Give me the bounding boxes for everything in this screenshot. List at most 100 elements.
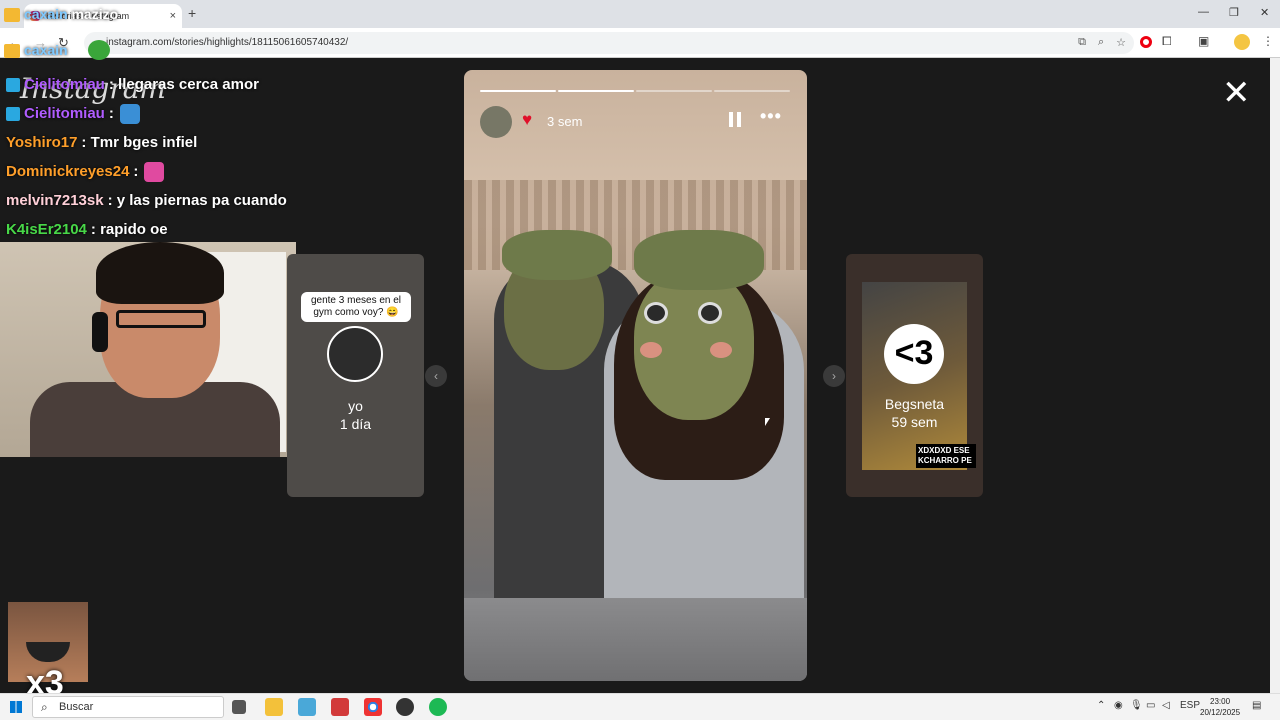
story-username: Begsneta: [884, 396, 945, 412]
chat-username[interactable]: K4isEr2104: [6, 221, 87, 238]
next-story-card[interactable]: <3 Begsneta 59 sem XDXDXD ESE KCHARRO PE: [846, 254, 983, 497]
chat-badge-icon: [6, 106, 20, 121]
obs-icon[interactable]: [396, 698, 414, 716]
chat-message: K4isEr2104: rapido oe: [0, 215, 300, 244]
notifications-icon[interactable]: ▤: [1252, 700, 1261, 711]
chat-message: Yoshiro17: Tmr bges infiel: [0, 128, 300, 157]
story-avatar: [327, 326, 383, 382]
headphones: [92, 312, 108, 352]
search-placeholder: Buscar: [59, 701, 94, 713]
taskbar-search[interactable]: ⌕ Buscar: [32, 696, 224, 718]
install-app-icon[interactable]: ⧉: [1078, 36, 1086, 49]
volume-icon[interactable]: ◁: [1162, 700, 1170, 711]
next-arrow-icon[interactable]: ›: [823, 365, 845, 387]
chat-username[interactable]: Cielitomiau: [24, 76, 105, 93]
streamer-hair: [96, 242, 224, 304]
chat-text: : llegaras cerca amor: [108, 76, 259, 93]
overlay-label: caxain: [24, 6, 68, 22]
chat-text: :: [133, 163, 139, 180]
url-bar[interactable]: instagram.com/stories/highlights/1811506…: [84, 32, 1134, 54]
story-big-text: <3: [884, 324, 944, 384]
address-bar-row: ← → ↻ instagram.com/stories/highlights/1…: [0, 28, 1280, 58]
emote-mouth: [26, 642, 70, 662]
chat-emote-icon: [144, 161, 165, 182]
previous-story-card[interactable]: gente 3 meses en el gym como voy? 😄 yo 1…: [287, 254, 424, 497]
spotify-icon[interactable]: [429, 698, 447, 716]
clock-time: 23:00: [1210, 697, 1231, 706]
chat-text: : y las piernas pa cuando: [107, 192, 287, 209]
story-bottom-area: [464, 598, 807, 681]
windows-taskbar: ⌕ Buscar ⌃ ◉ 🎙 ▭ ◁ ESP 23:00 20/12/2025 …: [0, 693, 1280, 720]
chat-text: : rapido oe: [90, 221, 168, 238]
network-icon[interactable]: ▭: [1146, 700, 1155, 711]
chat-text: : Tmr bges infiel: [81, 134, 198, 151]
chat-badge-icon: [6, 77, 20, 92]
chat-username[interactable]: Cielitomiau: [24, 105, 105, 122]
menu-icon[interactable]: ⋮: [1262, 34, 1274, 48]
pepe-emote-icon: [88, 40, 110, 60]
scrollbar[interactable]: [1270, 58, 1280, 693]
microphone-icon[interactable]: 🎙: [1130, 700, 1143, 711]
person-left-towel: [502, 230, 612, 280]
minimize-button[interactable]: —: [1198, 6, 1209, 18]
search-icon: ⌕: [41, 700, 48, 714]
windows-start-icon[interactable]: [10, 701, 22, 713]
story-time: 1 día: [339, 416, 372, 432]
notepad-icon[interactable]: [298, 698, 316, 716]
close-stories-icon[interactable]: ✕: [1222, 76, 1251, 110]
pause-icon[interactable]: [729, 112, 741, 127]
task-view-icon[interactable]: [232, 700, 246, 714]
zoom-icon[interactable]: ⌕: [1098, 36, 1104, 49]
current-story[interactable]: ♥ 3 sem •••: [464, 70, 807, 681]
opera-extension-icon[interactable]: [1140, 36, 1152, 48]
tray-icon[interactable]: ◉: [1114, 700, 1123, 711]
chat-message: Dominickreyes24:: [0, 157, 300, 186]
filter-blush: [640, 342, 662, 358]
stream-chat: Cielitomiau: llegaras cerca amor Cielitom…: [0, 70, 300, 244]
webcam-feed: [0, 242, 296, 457]
extensions-icon[interactable]: ⧠: [1162, 34, 1172, 49]
tray-chevron-icon[interactable]: ⌃: [1097, 700, 1105, 711]
close-window-button[interactable]: ✕: [1260, 6, 1269, 19]
file-explorer-icon[interactable]: [265, 698, 283, 716]
story-caption: XDXDXD ESE KCHARRO PE: [916, 444, 976, 468]
profile-avatar-icon[interactable]: [1234, 34, 1250, 50]
maximize-button[interactable]: ❐: [1229, 6, 1239, 19]
chat-message: melvin7213sk: y las piernas pa cuando: [0, 186, 300, 215]
new-tab-button[interactable]: +: [188, 5, 196, 21]
story-progress-segment: [558, 90, 634, 92]
filter-eye: [644, 302, 668, 324]
story-age: 3 sem: [547, 114, 583, 129]
filter-eye: [698, 302, 722, 324]
folder-icon: [4, 44, 20, 59]
chat-text: :: [108, 105, 114, 122]
stream-overlay-top: caxain mazizo: [4, 6, 118, 23]
heart-icon: ♥: [522, 110, 533, 129]
stream-overlay-second: caxain: [4, 42, 68, 59]
more-options-icon[interactable]: •••: [760, 106, 782, 127]
overlay-label: caxain: [24, 42, 68, 58]
tab-close-icon[interactable]: ×: [170, 10, 176, 22]
clock-date: 20/12/2025: [1200, 708, 1241, 717]
app-icon[interactable]: [331, 698, 349, 716]
language-indicator[interactable]: ESP: [1180, 700, 1200, 711]
person-right-towel: [634, 230, 764, 290]
story-progress-segment: [480, 90, 556, 92]
mouse-cursor-icon: [765, 418, 770, 426]
story-text-bubble: gente 3 meses en el gym como voy? 😄: [301, 292, 411, 322]
story-progress-segment: [714, 90, 790, 92]
chat-emote-icon: [119, 103, 140, 124]
previous-arrow-icon[interactable]: ‹: [425, 365, 447, 387]
chat-message: Cielitomiau:: [0, 99, 300, 128]
bookmark-star-icon[interactable]: ☆: [1116, 36, 1126, 49]
url-text: instagram.com/stories/highlights/1811506…: [106, 37, 349, 48]
chat-username[interactable]: melvin7213sk: [6, 192, 104, 209]
chat-username[interactable]: Dominickreyes24: [6, 163, 129, 180]
story-time: 59 sem: [891, 414, 938, 430]
chrome-icon[interactable]: [364, 698, 382, 716]
story-author-avatar[interactable]: [480, 106, 512, 138]
media-icon[interactable]: ▣: [1198, 34, 1209, 48]
tab-strip: Historias • Instagram × + — ❐ ✕: [0, 0, 1280, 28]
clock[interactable]: 23:00 20/12/2025: [1200, 696, 1240, 718]
chat-username[interactable]: Yoshiro17: [6, 134, 77, 151]
